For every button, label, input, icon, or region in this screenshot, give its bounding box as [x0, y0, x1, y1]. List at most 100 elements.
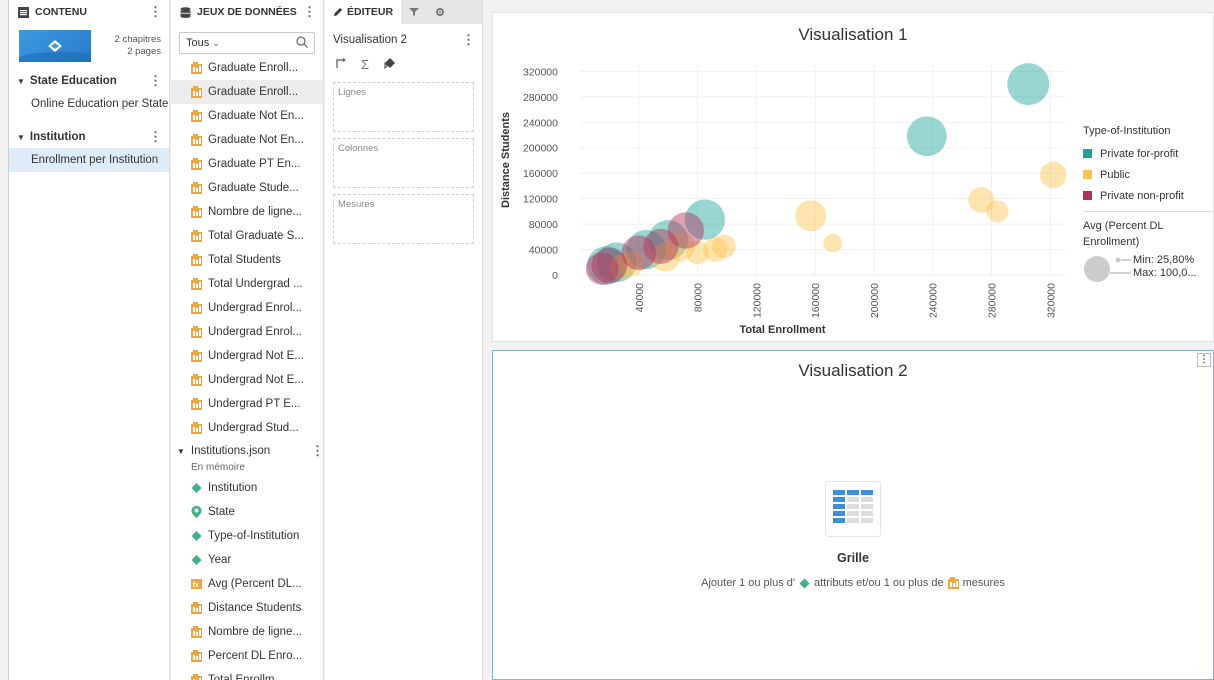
drop-zone-metrics[interactable]: Mesures [333, 194, 474, 244]
chapter-institution[interactable]: ▼ Institution ⋮ [9, 126, 169, 148]
legend-item[interactable]: Private non-profit [1083, 185, 1213, 206]
metric-item[interactable]: Total Students [171, 248, 323, 272]
legend-item[interactable]: Private for-profit [1083, 143, 1213, 164]
metric-item[interactable]: Undergrad Enrol... [171, 296, 323, 320]
tab-filter[interactable] [401, 0, 427, 24]
contents-menu-icon[interactable]: ⋮ [149, 4, 162, 20]
derived-metric-icon: fx [191, 579, 202, 589]
eraser-icon[interactable] [383, 57, 396, 72]
legend-swatch [1083, 149, 1092, 158]
metric-item[interactable]: Percent DL Enro... [171, 644, 323, 668]
metric-label: Undergrad PT E... [208, 398, 301, 410]
metric-label: Undergrad Enrol... [208, 326, 302, 338]
metric-item[interactable]: Undergrad Stud... [171, 416, 323, 440]
metric-label: Graduate Not En... [208, 110, 304, 122]
attributes-list: Institution State Type-of-Institution Year [171, 476, 323, 572]
metric-label: Total Graduate S... [208, 230, 304, 242]
metric-icon [947, 577, 959, 589]
database-icon [179, 6, 191, 18]
data-point[interactable] [906, 116, 947, 157]
dossier-thumbnail [19, 30, 91, 62]
page-item-selected[interactable]: Enrollment per Institution [9, 148, 169, 172]
metric-item[interactable]: Total Enrollm... [171, 668, 323, 680]
x-tick-label: 160000 [810, 283, 822, 318]
sum-icon[interactable]: Σ [361, 57, 369, 72]
metric-icon [191, 602, 202, 614]
x-axis-label: Total Enrollment [740, 324, 826, 336]
metric-item[interactable]: Total Undergrad ... [171, 272, 323, 296]
chapter-menu-icon[interactable]: ⋮ [149, 73, 162, 89]
vis2-menu-icon[interactable]: ⋮ [1197, 353, 1211, 367]
tab-editor[interactable]: ÉDITEUR [325, 0, 402, 24]
chapter-menu-icon[interactable]: ⋮ [149, 129, 162, 145]
metric-item[interactable]: Graduate Enroll... [171, 80, 323, 104]
attribute-icon [799, 578, 810, 588]
metric-label: Nombre de ligne... [208, 206, 302, 218]
metric-item[interactable]: Graduate Not En... [171, 104, 323, 128]
y-tick-label: 320000 [523, 66, 558, 78]
data-point[interactable] [585, 252, 619, 285]
drop-zone-columns[interactable]: Colonnes [333, 138, 474, 188]
attribute-item[interactable]: Year [171, 548, 323, 572]
metric-item[interactable]: Undergrad Not E... [171, 344, 323, 368]
metric-item[interactable]: fx Avg (Percent DL... [171, 572, 323, 596]
chapters-count: 2 chapitres [114, 34, 161, 45]
metric-item[interactable]: Graduate Stude... [171, 176, 323, 200]
legend-label: Public [1100, 168, 1130, 181]
tab-format[interactable] [427, 0, 453, 24]
y-tick-label: 240000 [523, 117, 558, 129]
dataset-institutions-json[interactable]: ▼ Institutions.json ⋮ [171, 440, 323, 462]
search-icon[interactable] [296, 35, 308, 51]
filter-select[interactable]: Tous [186, 37, 209, 49]
vis-menu-icon[interactable]: ⋮ [462, 32, 475, 48]
contents-panel: CONTENU ⋮ 2 chapitres 2 pages ▼ State Ed… [8, 0, 170, 680]
metric-icon [191, 626, 202, 638]
dataset-filter[interactable]: Tous ⌄ [179, 32, 315, 54]
caret-down-icon: ▼ [177, 446, 185, 456]
editor-vis-name: Visualisation 2 ⋮ [325, 28, 482, 52]
metric-item[interactable]: Nombre de ligne... [171, 620, 323, 644]
metric-item[interactable]: Total Graduate S... [171, 224, 323, 248]
metric-label: Avg (Percent DL... [208, 578, 302, 590]
caret-down-icon: ▼ [17, 132, 25, 142]
metric-item[interactable]: Graduate Enroll... [171, 56, 323, 80]
data-point[interactable] [712, 234, 736, 259]
visualization-1-panel[interactable]: Visualisation 1 0 40000 80000 120000 160000 2… [492, 12, 1214, 342]
metric-item[interactable]: Graduate Not En... [171, 128, 323, 152]
metric-label: Nombre de ligne... [208, 626, 302, 638]
data-point[interactable] [1007, 63, 1050, 106]
swap-axes-icon[interactable] [335, 57, 347, 72]
page-item[interactable]: Online Education per State [9, 92, 169, 116]
metric-item[interactable]: Undergrad Not E... [171, 368, 323, 392]
x-tick-label: 120000 [751, 283, 763, 318]
data-point[interactable] [986, 200, 1009, 223]
y-tick-label: 120000 [523, 194, 558, 206]
visualization-2-panel[interactable]: Visualisation 2 ⋮ Grille Ajouter 1 ou pl… [492, 350, 1214, 680]
metric-item[interactable]: Graduate PT En... [171, 152, 323, 176]
chapter-state-education[interactable]: ▼ State Education ⋮ [9, 70, 169, 92]
metric-item[interactable]: Nombre de ligne... [171, 200, 323, 224]
legend-swatch [1083, 191, 1092, 200]
attribute-item[interactable]: State [171, 500, 323, 524]
attribute-item[interactable]: Type-of-Institution [171, 524, 323, 548]
datasets-menu-icon[interactable]: ⋮ [303, 4, 316, 20]
data-point[interactable] [795, 200, 827, 232]
geo-attribute-icon [191, 506, 202, 518]
data-point[interactable] [1039, 161, 1067, 189]
data-point[interactable] [823, 233, 843, 253]
legend-item[interactable]: Public [1083, 164, 1213, 185]
metric-item[interactable]: Undergrad PT E... [171, 392, 323, 416]
metric-item[interactable]: Distance Students [171, 596, 323, 620]
drop-zone-rows[interactable]: Lignes [333, 82, 474, 132]
metric-icon [191, 62, 202, 74]
metric-label: Percent DL Enro... [208, 650, 303, 662]
dataset-menu-icon[interactable]: ⋮ [311, 443, 323, 459]
x-tick-label: 320000 [1045, 283, 1057, 318]
attribute-item[interactable]: Institution [171, 476, 323, 500]
metric-item[interactable]: Undergrad Enrol... [171, 320, 323, 344]
grid-label: Grille [837, 551, 869, 565]
size-legend-max: Max: 100,0... [1133, 267, 1197, 279]
pencil-icon [334, 8, 342, 16]
dossier-thumbnail-card[interactable]: 2 chapitres 2 pages [9, 24, 169, 70]
legend-swatch [1083, 170, 1092, 179]
